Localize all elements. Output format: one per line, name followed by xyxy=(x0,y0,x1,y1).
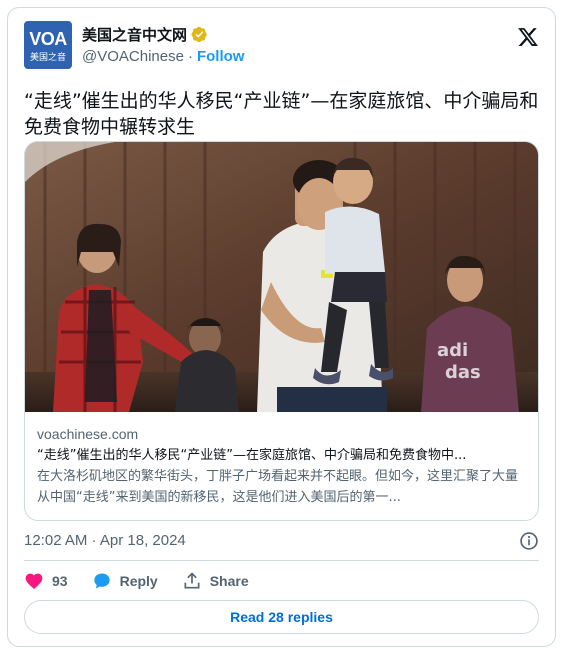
post-text: “走线”催生出的华人移民“产业链”—在家庭旅馆、中介骗局和免费食物中辗转求生 xyxy=(24,90,539,138)
display-name[interactable]: 美国之音中文网 xyxy=(82,24,187,45)
handle[interactable]: @VOAChinese xyxy=(82,48,184,65)
like-count: 93 xyxy=(52,573,68,589)
read-replies-button[interactable]: Read 28 replies xyxy=(24,600,539,634)
action-bar: 93 Reply Share xyxy=(24,569,273,593)
svg-text:adi: adi xyxy=(437,340,468,361)
reply-button[interactable]: Reply xyxy=(92,571,158,591)
share-button[interactable]: Share xyxy=(182,571,249,591)
follow-button[interactable]: Follow xyxy=(197,48,245,65)
share-icon xyxy=(184,572,200,589)
x-logo-icon[interactable] xyxy=(517,26,539,48)
tweet-header: VOA 美国之音 美国之音中文网 @VOAChinese · Follow xyxy=(24,21,539,71)
link-title: “走线”催生出的华人移民“产业链”—在家庭旅馆、中介骗局和免费食物中... xyxy=(37,448,467,463)
link-domain: voachinese.com xyxy=(37,426,139,442)
divider xyxy=(24,560,539,561)
link-meta: voachinese.com “走线”催生出的华人移民“产业链”—在家庭旅馆、中… xyxy=(37,426,526,508)
article-photo: adi das xyxy=(25,142,538,412)
timestamp-row: 12:02 AM · Apr 18, 2024 xyxy=(24,531,539,555)
name-row: 美国之音中文网 xyxy=(82,24,208,45)
reply-label: Reply xyxy=(119,573,158,589)
verified-badge-icon xyxy=(191,26,207,43)
reply-bubble-icon xyxy=(93,573,110,589)
share-label: Share xyxy=(209,573,249,589)
heart-icon xyxy=(25,573,43,589)
tweet-card: VOA 美国之音 美国之音中文网 @VOAChinese · Follow “走… xyxy=(7,7,556,647)
separator-dot: · xyxy=(187,48,193,65)
avatar[interactable]: VOA 美国之音 xyxy=(24,21,72,69)
like-button[interactable]: 93 xyxy=(24,571,68,591)
svg-text:das: das xyxy=(445,362,481,383)
link-description: 在大洛杉矶地区的繁华街头，丁胖子广场看起来并不起眼。但如今，这里汇聚了大量从中国… xyxy=(37,469,519,505)
avatar-sub-text: 美国之音 xyxy=(29,53,66,63)
info-icon[interactable] xyxy=(519,531,539,551)
avatar-logo-text: VOA xyxy=(29,29,67,49)
timestamp[interactable]: 12:02 AM · Apr 18, 2024 xyxy=(24,532,186,549)
handle-row: @VOAChinese · Follow xyxy=(82,48,244,65)
link-preview-card[interactable]: adi das voachinese.com “走线”催生出的华人移民“产业链”… xyxy=(24,141,539,521)
